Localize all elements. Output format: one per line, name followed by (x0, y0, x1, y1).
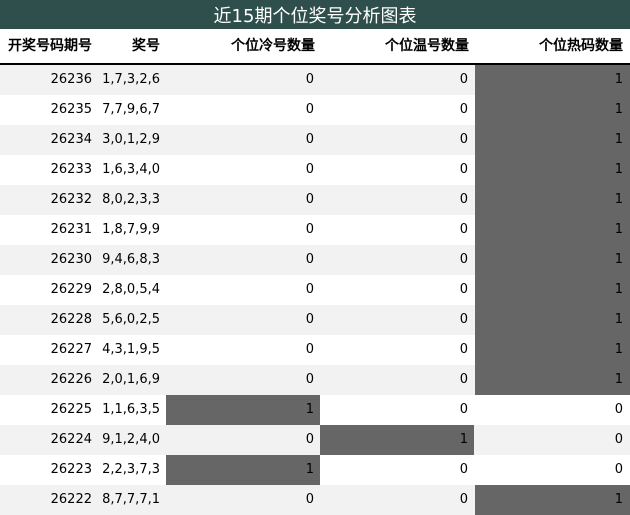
cell-issue: 26222 (50, 492, 92, 507)
cell-issue: 26228 (50, 312, 92, 327)
cell-hot: 1 (475, 305, 630, 335)
cell-hot: 1 (475, 155, 630, 185)
table-row: 26225 1,1,6,3,5 1 0 0 (0, 395, 630, 425)
cell-warm: 0 (459, 162, 468, 177)
cell-numbers: 2,0,1,6,9 (102, 372, 160, 387)
cell-issue: 26225 (50, 402, 92, 417)
table-row: 26230 9,4,6,8,3 0 0 1 (0, 245, 630, 275)
table-row: 26235 7,7,9,6,7 0 0 1 (0, 95, 630, 125)
cell-cold: 0 (305, 492, 314, 507)
table-header: 开奖号码期号 奖号 个位冷号数量 个位温号数量 个位热码数量 (0, 29, 630, 63)
cell-cold: 0 (305, 282, 314, 297)
cell-numbers: 2,2,3,7,3 (102, 462, 160, 477)
cell-numbers: 1,7,3,2,6 (102, 72, 160, 87)
chart-table: 近15期个位奖号分析图表 开奖号码期号 奖号 个位冷号数量 个位温号数量 个位热… (0, 0, 630, 515)
cell-cold: 0 (305, 222, 314, 237)
cell-numbers: 7,7,9,6,7 (102, 102, 160, 117)
cell-warm: 0 (459, 462, 468, 477)
cell-numbers: 8,0,2,3,3 (102, 192, 160, 207)
table-row: 26222 8,7,7,7,1 0 0 1 (0, 485, 630, 515)
cell-numbers: 9,1,2,4,0 (102, 432, 160, 447)
cell-hot: 1 (475, 185, 630, 215)
cell-hot: 1 (475, 365, 630, 395)
cell-hot: 1 (475, 335, 630, 365)
cell-warm: 0 (459, 342, 468, 357)
cell-cold: 1 (166, 395, 320, 425)
cell-hot: 1 (475, 245, 630, 275)
cell-numbers: 1,6,3,4,0 (102, 162, 160, 177)
cell-warm: 0 (459, 372, 468, 387)
header-numbers: 奖号 (132, 38, 160, 54)
table-row: 26232 8,0,2,3,3 0 0 1 (0, 185, 630, 215)
cell-issue: 26235 (50, 102, 92, 117)
table-row: 26224 9,1,2,4,0 0 1 0 (0, 425, 630, 455)
cell-cold: 0 (305, 102, 314, 117)
cell-issue: 26234 (50, 132, 92, 147)
cell-warm: 0 (459, 312, 468, 327)
cell-hot: 0 (614, 462, 623, 477)
cell-cold: 0 (305, 72, 314, 87)
cell-warm: 0 (459, 102, 468, 117)
cell-cold: 0 (305, 342, 314, 357)
cell-numbers: 1,1,6,3,5 (102, 402, 160, 417)
cell-numbers: 5,6,0,2,5 (102, 312, 160, 327)
cell-hot: 0 (614, 402, 623, 417)
cell-hot: 1 (475, 215, 630, 245)
cell-cold: 0 (305, 432, 314, 447)
header-cold: 个位冷号数量 (231, 38, 315, 54)
cell-hot: 0 (614, 432, 623, 447)
cell-numbers: 2,8,0,5,4 (102, 282, 160, 297)
header-warm: 个位温号数量 (385, 38, 469, 54)
cell-numbers: 8,7,7,7,1 (102, 492, 160, 507)
table-row: 26228 5,6,0,2,5 0 0 1 (0, 305, 630, 335)
table-row: 26226 2,0,1,6,9 0 0 1 (0, 365, 630, 395)
table-row: 26223 2,2,3,7,3 1 0 0 (0, 455, 630, 485)
cell-numbers: 4,3,1,9,5 (102, 342, 160, 357)
cell-warm: 0 (459, 132, 468, 147)
cell-issue: 26232 (50, 192, 92, 207)
cell-warm: 0 (459, 402, 468, 417)
header-hot: 个位热码数量 (539, 38, 623, 54)
cell-hot: 1 (475, 275, 630, 305)
cell-hot: 1 (475, 65, 630, 95)
cell-warm: 0 (459, 72, 468, 87)
cell-cold: 0 (305, 312, 314, 327)
cell-numbers: 9,4,6,8,3 (102, 252, 160, 267)
cell-issue: 26226 (50, 372, 92, 387)
header-issue: 开奖号码期号 (8, 38, 92, 54)
cell-issue: 26227 (50, 342, 92, 357)
cell-hot: 1 (475, 95, 630, 125)
cell-cold: 0 (305, 252, 314, 267)
cell-issue: 26236 (50, 72, 92, 87)
cell-issue: 26224 (50, 432, 92, 447)
cell-numbers: 1,8,7,9,9 (102, 222, 160, 237)
cell-issue: 26233 (50, 162, 92, 177)
cell-issue: 26229 (50, 282, 92, 297)
table-row: 26227 4,3,1,9,5 0 0 1 (0, 335, 630, 365)
table-row: 26234 3,0,1,2,9 0 0 1 (0, 125, 630, 155)
cell-cold: 0 (305, 192, 314, 207)
table-row: 26236 1,7,3,2,6 0 0 1 (0, 65, 630, 95)
table-row: 26229 2,8,0,5,4 0 0 1 (0, 275, 630, 305)
cell-cold: 1 (166, 455, 320, 485)
cell-numbers: 3,0,1,2,9 (102, 132, 160, 147)
chart-title: 近15期个位奖号分析图表 (0, 0, 630, 29)
cell-hot: 1 (475, 125, 630, 155)
cell-warm: 0 (459, 222, 468, 237)
cell-cold: 0 (305, 162, 314, 177)
cell-warm: 1 (320, 425, 474, 455)
cell-hot: 1 (475, 485, 630, 515)
cell-warm: 0 (459, 252, 468, 267)
cell-issue: 26223 (50, 462, 92, 477)
cell-warm: 0 (459, 192, 468, 207)
cell-issue: 26230 (50, 252, 92, 267)
cell-cold: 0 (305, 372, 314, 387)
table-row: 26233 1,6,3,4,0 0 0 1 (0, 155, 630, 185)
cell-cold: 0 (305, 132, 314, 147)
cell-issue: 26231 (50, 222, 92, 237)
cell-warm: 0 (459, 282, 468, 297)
table-row: 26231 1,8,7,9,9 0 0 1 (0, 215, 630, 245)
cell-warm: 0 (459, 492, 468, 507)
